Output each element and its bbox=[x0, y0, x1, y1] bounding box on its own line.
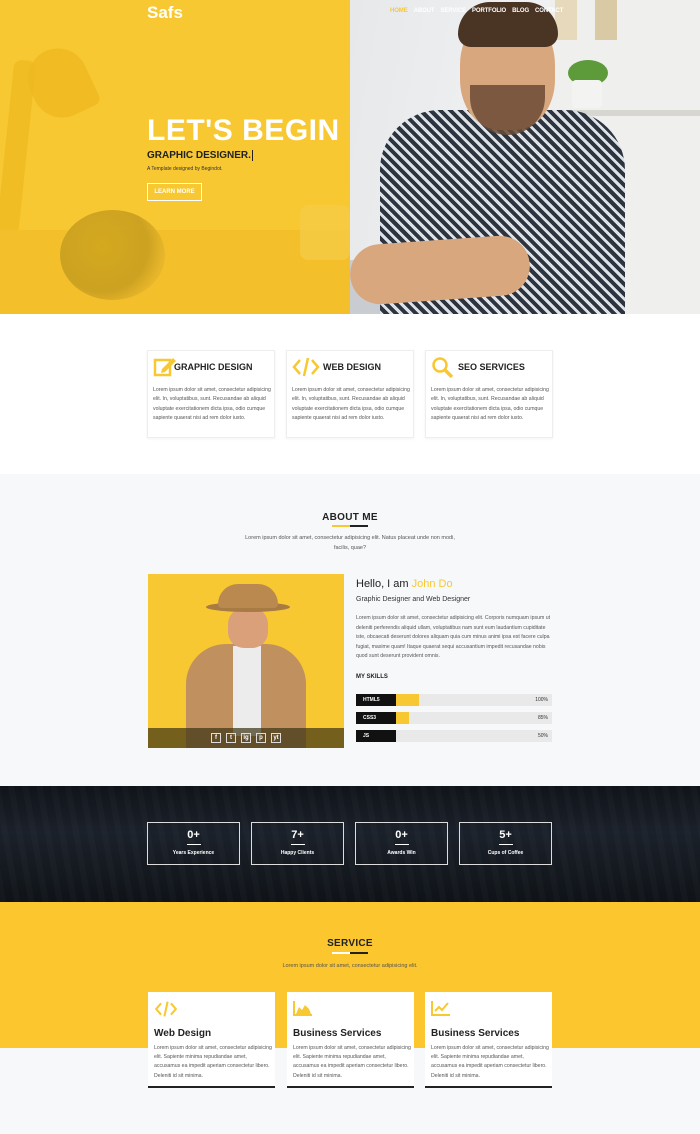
service-card-business-1: Business Services Lorem ipsum dolor sit … bbox=[287, 992, 414, 1088]
stat-number: 0+ bbox=[395, 829, 408, 841]
feature-card-graphic-design: GRAPHIC DESIGN Lorem ipsum dolor sit ame… bbox=[147, 350, 275, 438]
feature-text: Lorem ipsum dolor sit amet, consectetur … bbox=[431, 387, 549, 422]
page: Safs HOME ABOUT SERVICE PORTFOLIO BLOG C… bbox=[0, 0, 700, 1134]
service-card-title: Business Services bbox=[431, 1028, 520, 1039]
learn-more-button[interactable]: LEARN MORE bbox=[147, 183, 202, 201]
title-underline bbox=[332, 525, 368, 527]
service-card-text: Lorem ipsum dolor sit amet, consectetur … bbox=[431, 1045, 549, 1079]
about-text: Lorem ipsum dolor sit amet, consectetur … bbox=[356, 615, 551, 660]
stat-number: 7+ bbox=[291, 829, 304, 841]
feature-card-web-design: WEB DESIGN Lorem ipsum dolor sit amet, c… bbox=[286, 350, 414, 438]
feature-text: Lorem ipsum dolor sit amet, consectetur … bbox=[292, 387, 410, 422]
nav-home[interactable]: HOME bbox=[390, 8, 408, 14]
skill-bar-html5: HTML5 100% bbox=[356, 694, 552, 706]
stats-section: 0+ Years Experience 7+ Happy Clients 0+ … bbox=[0, 786, 700, 902]
service-title: SERVICE bbox=[327, 938, 373, 949]
about-description: Lorem ipsum dolor sit amet, consectetur … bbox=[245, 535, 455, 551]
features-section: GRAPHIC DESIGN Lorem ipsum dolor sit ame… bbox=[0, 314, 700, 474]
nav-portfolio[interactable]: PORTFOLIO bbox=[472, 8, 506, 14]
hello-heading: Hello, I am John Do bbox=[356, 578, 453, 590]
skills-title: MY SKILLS bbox=[356, 674, 388, 680]
feature-text: Lorem ipsum dolor sit amet, consectetur … bbox=[153, 387, 271, 422]
about-section: ABOUT ME Lorem ipsum dolor sit amet, con… bbox=[0, 474, 700, 786]
site-logo[interactable]: Safs bbox=[147, 3, 183, 23]
hello-prefix: Hello, I am bbox=[356, 578, 412, 590]
main-menu: HOME ABOUT SERVICE PORTFOLIO BLOG CONTAC… bbox=[390, 8, 563, 14]
hero-title: LET'S BEGIN bbox=[147, 114, 340, 147]
pinterest-icon[interactable]: p bbox=[256, 733, 266, 743]
stat-caption: Years Experience bbox=[172, 850, 215, 856]
typing-caret bbox=[251, 150, 253, 161]
service-card-business-2: Business Services Lorem ipsum dolor sit … bbox=[425, 992, 552, 1088]
instagram-icon[interactable]: ig bbox=[241, 733, 251, 743]
line-chart-icon bbox=[431, 1000, 451, 1019]
nav-service[interactable]: SERVICE bbox=[440, 8, 466, 14]
stat-cups-of-coffee: 5+ Cups of Coffee bbox=[459, 822, 552, 865]
stat-number: 0+ bbox=[187, 829, 200, 841]
stat-happy-clients: 7+ Happy Clients bbox=[251, 822, 344, 865]
area-chart-icon bbox=[293, 1000, 313, 1019]
service-section: SERVICE Lorem ipsum dolor sit amet, cons… bbox=[0, 902, 700, 1134]
service-card-text: Lorem ipsum dolor sit amet, consectetur … bbox=[293, 1045, 411, 1079]
title-underline bbox=[332, 952, 368, 954]
skill-label: HTML5 bbox=[356, 694, 396, 706]
facebook-icon[interactable]: f bbox=[211, 733, 221, 743]
stat-years-experience: 0+ Years Experience bbox=[147, 822, 240, 865]
skill-percent: 100% bbox=[535, 697, 548, 703]
stat-number: 5+ bbox=[499, 829, 512, 841]
youtube-icon[interactable]: yt bbox=[271, 733, 281, 743]
nav-blog[interactable]: BLOG bbox=[512, 8, 529, 14]
stat-caption: Happy Clients bbox=[280, 850, 315, 856]
hero-credit: A Template designed by Begindot. bbox=[147, 166, 223, 172]
skill-percent: 50% bbox=[537, 733, 548, 739]
feature-title: WEB DESIGN bbox=[323, 362, 382, 372]
search-icon bbox=[431, 356, 455, 379]
top-nav: Safs HOME ABOUT SERVICE PORTFOLIO BLOG C… bbox=[0, 0, 700, 26]
social-links: f t ig p yt bbox=[148, 728, 344, 748]
skill-bar-css3: CSS3 85% bbox=[356, 712, 552, 724]
person-name: John Do bbox=[411, 578, 453, 590]
person-role: Graphic Designer and Web Designer bbox=[356, 596, 471, 603]
skill-label: JS bbox=[356, 730, 396, 742]
profile-photo: f t ig p yt bbox=[148, 574, 344, 748]
about-title: ABOUT ME bbox=[322, 512, 378, 523]
hero-subtitle: GRAPHIC DESIGNER. bbox=[147, 150, 253, 161]
nav-about[interactable]: ABOUT bbox=[414, 8, 435, 14]
feature-title: SEO SERVICES bbox=[458, 362, 525, 372]
stat-caption: Awards Win bbox=[387, 850, 416, 856]
service-card-web-design: Web Design Lorem ipsum dolor sit amet, c… bbox=[148, 992, 275, 1088]
nav-contact[interactable]: CONTACT bbox=[535, 8, 563, 14]
twitter-icon[interactable]: t bbox=[226, 733, 236, 743]
service-description: Lorem ipsum dolor sit amet, consectetur … bbox=[282, 963, 418, 969]
service-card-text: Lorem ipsum dolor sit amet, consectetur … bbox=[154, 1045, 272, 1079]
feature-title: GRAPHIC DESIGN bbox=[174, 362, 253, 372]
hero-right-image bbox=[348, 0, 700, 314]
stat-caption: Cups of Coffee bbox=[487, 850, 524, 856]
service-card-title: Business Services bbox=[293, 1028, 382, 1039]
skill-label: CSS3 bbox=[356, 712, 396, 724]
hero-section: Safs HOME ABOUT SERVICE PORTFOLIO BLOG C… bbox=[0, 0, 700, 314]
feature-card-seo-services: SEO SERVICES Lorem ipsum dolor sit amet,… bbox=[425, 350, 553, 438]
service-card-title: Web Design bbox=[154, 1028, 212, 1039]
skill-percent: 85% bbox=[537, 715, 548, 721]
code-icon bbox=[292, 356, 320, 378]
stat-awards-win: 0+ Awards Win bbox=[355, 822, 448, 865]
code-icon bbox=[154, 1000, 178, 1021]
hero-subtitle-text: GRAPHIC DESIGNER. bbox=[147, 150, 251, 162]
skill-bar-js: JS 50% bbox=[356, 730, 552, 742]
